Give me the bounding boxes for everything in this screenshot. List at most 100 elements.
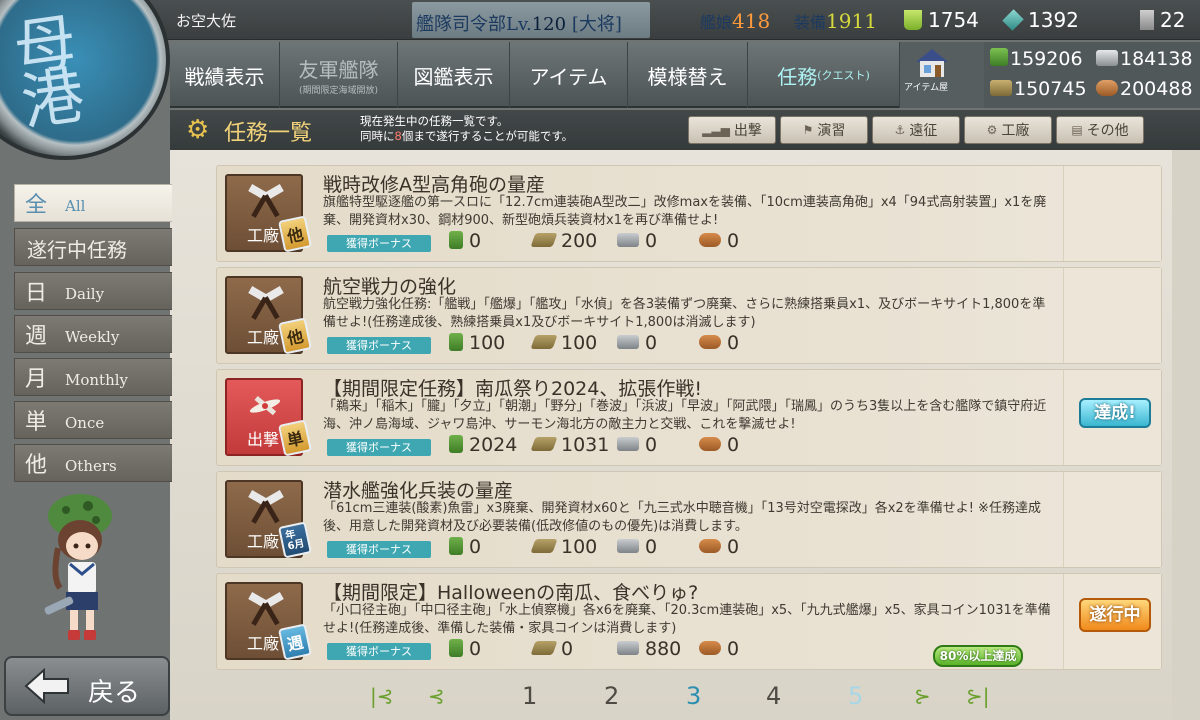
last-page-button[interactable]: ⊱| xyxy=(966,684,990,708)
next-page-button[interactable]: ⊱ xyxy=(914,684,931,708)
home-port-emblem: 母港 xyxy=(9,4,89,140)
quest-frequency-badge: 単 xyxy=(277,419,313,457)
bauxite-icon xyxy=(699,437,721,451)
quest-title: 【期間限定任務】南瓜祭り2024、拡張作戦! xyxy=(323,378,702,400)
dev-material-value: 1392 xyxy=(1028,8,1079,32)
equipment-count-label: 装備 xyxy=(794,13,827,32)
steel-value: 184138 xyxy=(1120,48,1193,70)
quest-title: 航空戦力の強化 xyxy=(323,276,457,298)
hammer-icon xyxy=(248,184,284,218)
instant-repair: 1754 xyxy=(904,8,979,32)
instant-repair-value: 1754 xyxy=(928,8,979,32)
hq-level-display: 艦隊司令部Lv.120 [大将] xyxy=(412,2,650,38)
page-number[interactable]: 1 xyxy=(522,682,537,710)
filter-all[interactable]: 全 All xyxy=(14,184,172,222)
page-number[interactable]: 5 xyxy=(848,682,863,710)
arsenal-icon: ⚙ xyxy=(986,123,998,137)
plane-icon xyxy=(249,395,281,416)
filter-english: All xyxy=(65,197,86,215)
ammo-icon xyxy=(530,335,558,349)
filter-in-progress[interactable]: 遂行中任務 xyxy=(14,228,172,266)
reward-bauxite: 0 xyxy=(699,230,739,252)
quest-card[interactable]: 工廠 年 6月 潜水艦強化兵装の量産 「61cm三連装(酸素)魚雷」x3廃棄、開… xyxy=(216,471,1162,568)
page-note: 現在発生中の任務一覧です。 同時に8個まで遂行することが可能です。 xyxy=(360,114,573,144)
back-button[interactable]: 戻る xyxy=(4,656,170,716)
bauxite-value: 200488 xyxy=(1120,78,1193,100)
quest-card[interactable]: 工廠 週 【期間限定】Halloweenの南瓜、食べりゅ? 「小口径主砲」「中口… xyxy=(216,573,1162,670)
category-label: その他 xyxy=(1086,123,1129,139)
fuel-icon xyxy=(449,537,463,555)
reward-value: 0 xyxy=(727,230,740,252)
prev-page-button[interactable]: ⊰ xyxy=(428,684,445,708)
category-tab-other[interactable]: ▤ その他 xyxy=(1056,116,1144,144)
page-number-current[interactable]: 3 xyxy=(686,682,701,710)
top-status-bar: お空大佐 艦隊司令部Lv.120 [大将] 艦娘418 装備1911 1754 … xyxy=(0,0,1200,40)
expedition-icon: ⚓ xyxy=(894,123,906,137)
page-note-line1: 現在発生中の任務一覧です。 xyxy=(360,114,509,128)
improve-material-value: 22 xyxy=(1160,8,1186,32)
reward-value: 880 xyxy=(645,638,682,660)
quest-card[interactable]: 工廠 他 航空戦力の強化 航空戦力強化任務:「艦戦」「艦爆」「艦攻」「水偵」を各… xyxy=(216,267,1162,364)
bonus-label: 獲得ボーナス xyxy=(327,541,431,558)
filter-english: Monthly xyxy=(65,371,129,389)
reward-value: 0 xyxy=(645,536,658,558)
home-port-button[interactable]: 母港 xyxy=(0,0,170,160)
steel-icon xyxy=(617,437,639,451)
category-label: 遠征 xyxy=(909,123,938,139)
reward-fuel: 0 xyxy=(449,536,481,558)
filter-daily[interactable]: 日 Daily xyxy=(14,272,172,310)
reward-value: 100 xyxy=(561,536,598,558)
quest-card[interactable]: 出撃 単 【期間限定任務】南瓜祭り2024、拡張作戦! 「鵜来」「稲木」「朧」「… xyxy=(216,369,1162,466)
shop-house-icon xyxy=(916,49,948,77)
category-tab-arsenal[interactable]: ⚙ 工廠 xyxy=(964,116,1052,144)
quest-complete-badge[interactable]: 達成! xyxy=(1079,398,1151,428)
category-tab-expedition[interactable]: ⚓ 遠征 xyxy=(872,116,960,144)
filter-weekly[interactable]: 週 Weekly xyxy=(14,315,172,353)
equipment-count-value: 1911 xyxy=(826,9,877,33)
page-title: 任務一覧 xyxy=(224,121,313,146)
steel-icon xyxy=(617,539,639,553)
filter-monthly[interactable]: 月 Monthly xyxy=(14,358,172,396)
reward-fuel: 0 xyxy=(449,638,481,660)
reward-steel: 0 xyxy=(617,536,657,558)
reward-bauxite: 0 xyxy=(699,638,739,660)
filter-kanji: 週 xyxy=(25,324,48,349)
nav-furniture[interactable]: 模様替え xyxy=(628,42,748,108)
page-number[interactable]: 2 xyxy=(604,682,619,710)
filter-once[interactable]: 単 Once xyxy=(14,401,172,439)
quest-card[interactable]: 工廠 他 戦時改修A型高角砲の量産 旗艦特型駆逐艦の第一スロに「12.7cm連装… xyxy=(216,165,1162,262)
bonus-label: 獲得ボーナス xyxy=(327,337,431,354)
nav-items[interactable]: アイテム xyxy=(510,42,628,108)
hammer-icon xyxy=(248,490,284,524)
reward-ammo: 100 xyxy=(530,332,597,354)
quest-title: 潜水艦強化兵装の量産 xyxy=(323,480,514,502)
ammo: 150745 xyxy=(990,78,1087,100)
first-page-button[interactable]: |⊰ xyxy=(370,684,394,708)
nav-battle-record[interactable]: 戦績表示 xyxy=(170,42,280,108)
quest-status-column xyxy=(1063,166,1161,261)
reward-ammo: 100 xyxy=(530,536,598,558)
page-number[interactable]: 4 xyxy=(766,682,781,710)
reward-value: 0 xyxy=(469,230,482,252)
category-tab-sortie[interactable]: ▂▃▅ 出撃 xyxy=(688,116,776,144)
item-shop-button[interactable]: アイテム屋 xyxy=(900,42,984,108)
back-arrow-icon xyxy=(24,668,69,704)
max-quest-count: 8 xyxy=(394,129,402,143)
equipment-count: 装備1911 xyxy=(794,9,877,33)
nav-friend-fleet[interactable]: 友軍艦隊 (期間限定海域開放) xyxy=(280,42,398,108)
reward-value: 1031 xyxy=(561,434,610,456)
note-text: 同時に xyxy=(360,129,395,143)
nav-quests[interactable]: 任務 (クエスト) xyxy=(748,42,900,108)
bauxite-icon xyxy=(699,641,721,655)
reward-value: 0 xyxy=(645,230,658,252)
quest-in-progress-badge[interactable]: 遂行中 xyxy=(1079,598,1151,632)
filter-english: Daily xyxy=(65,285,105,303)
filter-others[interactable]: 他 Others xyxy=(14,444,172,482)
nav-picture-book[interactable]: 図鑑表示 xyxy=(398,42,510,108)
steel-icon xyxy=(617,233,639,247)
category-tab-exercise[interactable]: ⚑ 演習 xyxy=(780,116,868,144)
reward-value: 0 xyxy=(645,434,658,456)
nav-sublabel: (期間限定海域開放) xyxy=(298,86,379,96)
ammo-icon xyxy=(530,437,558,451)
nav-label: 図鑑表示 xyxy=(413,64,494,89)
